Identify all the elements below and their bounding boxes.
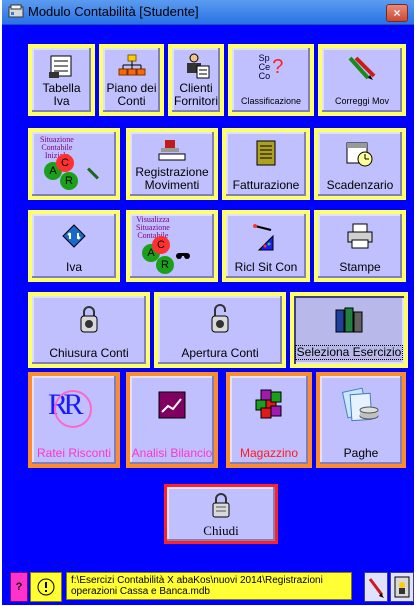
ledger-icon (48, 55, 71, 78)
stampe-label: Stampe (339, 260, 381, 274)
padlock-open-icon (211, 304, 229, 333)
tabella-iva-label: Tabella Iva (42, 81, 81, 108)
status-bar: ? f:\Esercizi Contabilità X abaKos\nuovi… (2, 564, 414, 605)
iva-button[interactable]: Iva (28, 210, 120, 282)
chiusura-conti-label: Chiusura Conti (49, 346, 129, 360)
seleziona-esercizio-button[interactable]: Seleziona Esercizio (290, 292, 408, 368)
fatturazione-button[interactable]: Fatturazione (222, 128, 310, 200)
binoculars-icon (176, 253, 190, 259)
classification-icon: Sp Ce Co ? (258, 53, 284, 81)
registrazione-movimenti-label: Registrazione Movimenti (135, 165, 209, 192)
piano-dei-conti-label: Piano dei Conti (106, 81, 157, 108)
trend-icon (158, 391, 186, 419)
warning-button[interactable] (30, 572, 62, 602)
invoice-icon (256, 140, 276, 166)
help-button[interactable]: ? (10, 572, 28, 602)
edit-button[interactable] (364, 572, 388, 602)
padlock-icon (80, 306, 98, 333)
ball-r-icon: R (156, 256, 174, 274)
payroll-icon (341, 387, 379, 422)
ricl-sit-con-button[interactable]: Ricl Sit Con (222, 210, 310, 282)
binders-icon (335, 307, 363, 333)
title-bar: Modulo Contabilità [Studente] × (2, 0, 414, 25)
printer-icon (347, 223, 373, 249)
paghe-label: Paghe (343, 446, 379, 460)
apertura-conti-label: Apertura Conti (181, 346, 259, 360)
calendar-clock-icon (346, 142, 373, 167)
org-chart-icon (118, 54, 145, 76)
iva-label: Iva (65, 260, 82, 274)
chiudi-button[interactable]: Chiudi (164, 484, 278, 544)
analisi-bilancio-button[interactable]: Analisi Bilancio (126, 372, 218, 468)
stampe-button[interactable]: Stampe (314, 210, 406, 282)
correggi-mov-label: Correggi Mov (334, 96, 390, 106)
magazzino-label: Magazzino (239, 446, 299, 460)
scadenzario-label: Scadenzario (326, 178, 394, 192)
ratei-risconti-icon: R R (44, 384, 104, 434)
cubes-icon (255, 389, 282, 419)
app-icon (8, 4, 24, 18)
pencil-icon (368, 578, 384, 598)
magazzino-button[interactable]: Magazzino (226, 372, 312, 468)
correggi-mov-button[interactable]: Correggi Mov (318, 44, 406, 116)
ball-c-icon: C (56, 154, 74, 172)
clienti-fornitori-button[interactable]: Clienti Fornitori (168, 44, 224, 116)
ball-r-icon: R (60, 172, 78, 190)
analisi-bilancio-label: Analisi Bilancio (131, 446, 213, 460)
window-title: Modulo Contabilità [Studente] (28, 4, 199, 19)
customer-icon (187, 53, 210, 79)
stamp-icon (158, 140, 186, 161)
main-window: Modulo Contabilità [Studente] × Tabella … (0, 0, 420, 605)
clienti-fornitori-label: Clienti Fornitori (173, 81, 218, 108)
situazione-iniziale-icon: Situazione Contabile Iniziale A C R (34, 136, 114, 200)
padlock-icon (212, 493, 230, 518)
chart-icon (253, 224, 274, 251)
classificazione-label: Classificazione (240, 96, 302, 106)
pencils-icon (348, 56, 376, 80)
classificazione-button[interactable]: Sp Ce Co ? Classificazione (228, 44, 314, 116)
ratei-risconti-label: Ratei Risconti (36, 446, 112, 460)
visualizza-situazione-contabile-button[interactable]: Visualizza Situazione Contabile A C R (126, 210, 218, 282)
scadenzario-button[interactable]: Scadenzario (314, 128, 406, 200)
exchange-icon (62, 224, 86, 248)
chiudi-label: Chiudi (203, 523, 239, 538)
seleziona-esercizio-label: Seleziona Esercizio (294, 345, 404, 360)
paghe-button[interactable]: Paghe (316, 372, 406, 468)
fatturazione-label: Fatturazione (232, 178, 300, 192)
close-window-button[interactable]: × (386, 4, 408, 22)
apertura-conti-button[interactable]: Apertura Conti (154, 292, 286, 368)
ratei-risconti-button[interactable]: R R Ratei Risconti (28, 372, 120, 468)
exit-icon (394, 576, 410, 598)
piano-dei-conti-button[interactable]: Piano dei Conti (99, 44, 164, 116)
warning-icon (37, 578, 55, 596)
database-path: f:\Esercizi Contabilità X abaKos\nuovi 2… (66, 572, 352, 600)
situazione-contabile-iniziale-button[interactable]: Situazione Contabile Iniziale A C R (28, 128, 120, 200)
ball-c-icon: C (152, 236, 170, 254)
ricl-sit-con-label: Ricl Sit Con (234, 260, 298, 274)
registrazione-movimenti-button[interactable]: Registrazione Movimenti (126, 128, 218, 200)
visualizza-situazione-icon: Visualizza Situazione Contabile A C R (132, 216, 212, 280)
chiusura-conti-button[interactable]: Chiusura Conti (28, 292, 150, 368)
pencil-icon (86, 167, 100, 180)
tabella-iva-button[interactable]: Tabella Iva (28, 44, 95, 116)
exit-button[interactable] (390, 572, 414, 602)
circle-decoration (54, 390, 92, 428)
